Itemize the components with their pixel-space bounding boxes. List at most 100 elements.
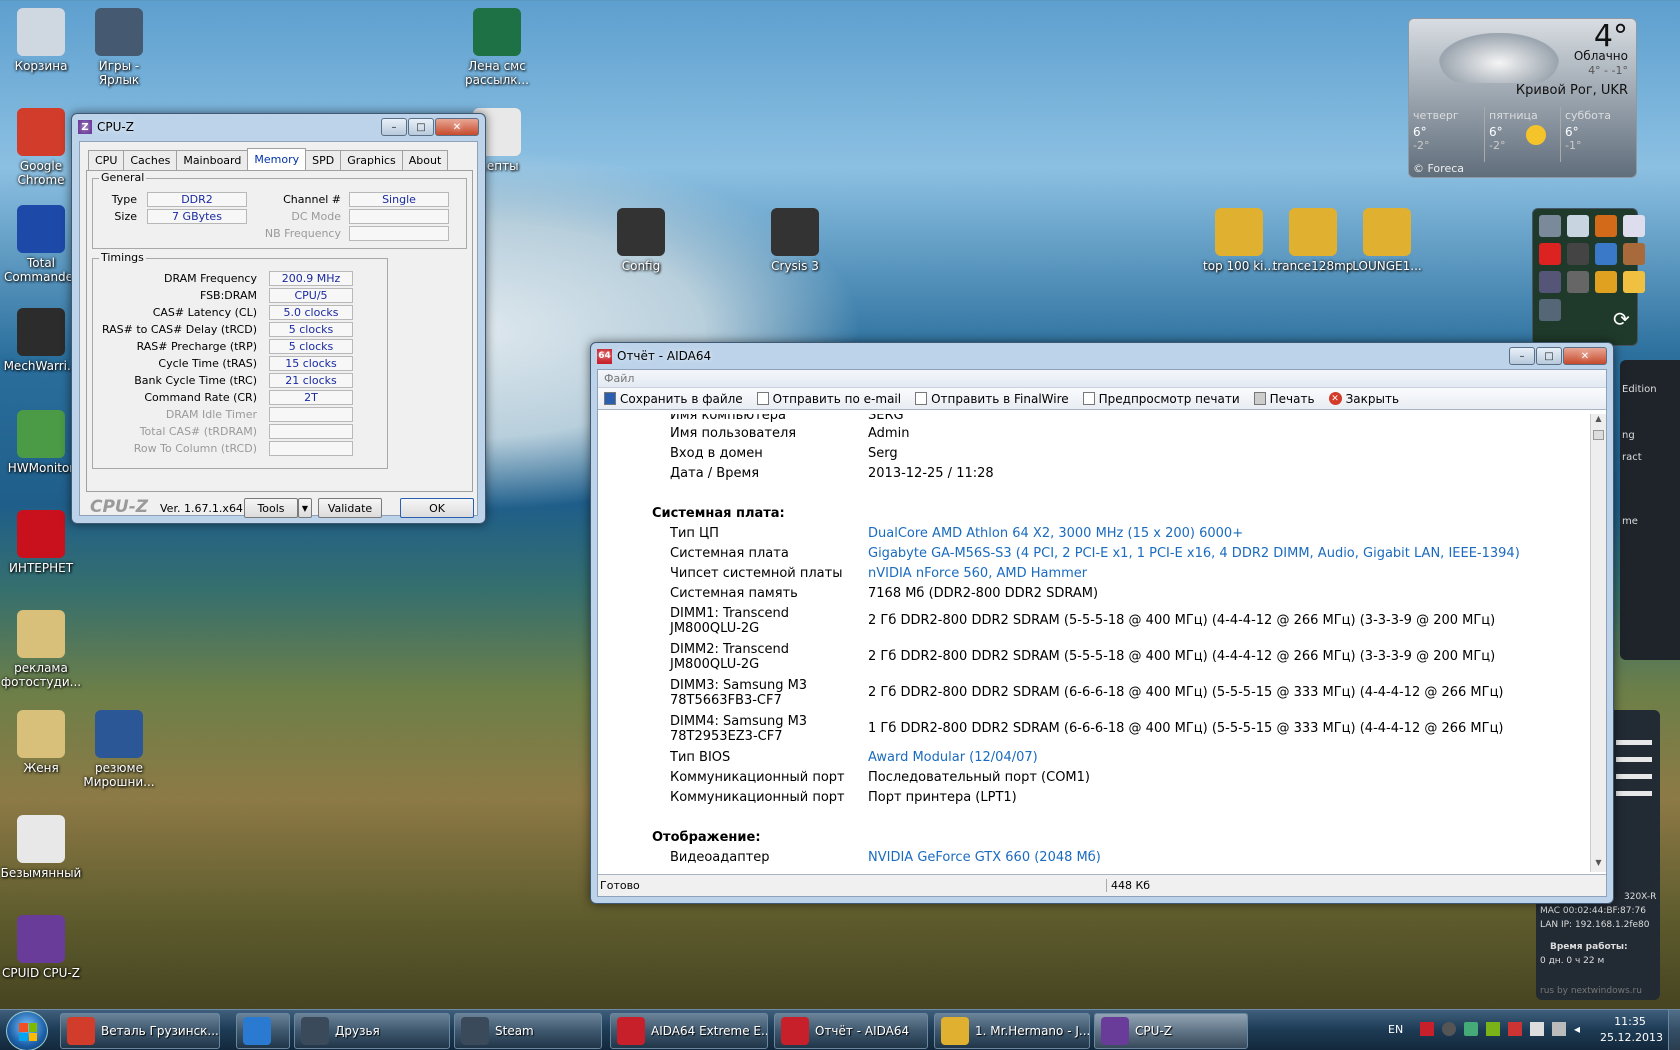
desktop-icon[interactable]: MechWarri... <box>0 308 82 373</box>
tab-graphics[interactable]: Graphics <box>340 150 403 170</box>
launcher-app-icon[interactable] <box>1539 215 1561 237</box>
desktop-icon[interactable]: Корзина <box>0 8 82 73</box>
desktop-icon[interactable]: Лена смс рассылк... <box>456 8 538 87</box>
send-email-button[interactable]: Отправить по e-mail <box>756 392 901 406</box>
launcher-app-icon[interactable] <box>1623 271 1645 293</box>
desktop-icon[interactable]: Total Commander <box>0 205 82 284</box>
close-button[interactable]: ✕ <box>435 118 479 136</box>
tab-cpu[interactable]: CPU <box>88 150 125 170</box>
row-value[interactable]: NVIDIA GeForce GTX 660 (2048 Мб) <box>868 850 1101 865</box>
desktop-icon[interactable]: Игры - Ярлык <box>78 8 160 87</box>
taskbar-button[interactable]: 1. Mr.Hermano - J... <box>934 1013 1090 1049</box>
taskbar-button[interactable]: Отчёт - AIDA64 <box>774 1013 928 1049</box>
desktop-icon[interactable]: реклама фотостуди... <box>0 610 82 689</box>
language-indicator[interactable]: EN <box>1388 1023 1403 1036</box>
desktop-icon[interactable]: top 100 ki... <box>1198 208 1280 273</box>
clock[interactable]: 11:35 25.12.2013 <box>1600 1015 1663 1044</box>
timing-value <box>269 407 353 422</box>
taskbar-button[interactable] <box>236 1013 290 1049</box>
print-preview-button[interactable]: Предпросмотр печати <box>1082 392 1240 406</box>
steam-tray-icon[interactable] <box>1442 1022 1456 1036</box>
launcher-app-icon[interactable] <box>1567 243 1589 265</box>
save-to-file-button[interactable]: Сохранить в файле <box>604 392 743 406</box>
tab-about[interactable]: About <box>401 150 449 170</box>
print-button[interactable]: Печать <box>1253 392 1315 406</box>
scroll-down-arrow[interactable]: ▼ <box>1591 858 1606 872</box>
tab-spd[interactable]: SPD <box>305 150 342 170</box>
row-value[interactable]: Award Modular (12/04/07) <box>868 750 1038 765</box>
desktop-icon[interactable]: Безымянный <box>0 815 82 880</box>
playlist-icon <box>1289 208 1337 256</box>
launcher-app-icon[interactable] <box>1539 271 1561 293</box>
network-tray-icon[interactable] <box>1464 1022 1478 1036</box>
tab-mainboard[interactable]: Mainboard <box>176 150 249 170</box>
aida64-tray-icon[interactable] <box>1420 1022 1434 1036</box>
desktop-icon-label: Total Commander <box>4 256 78 284</box>
scroll-thumb[interactable] <box>1593 430 1604 440</box>
desktop-icon[interactable]: LOUNGE1... <box>1346 208 1428 273</box>
launcher-app-icon[interactable] <box>1539 299 1561 321</box>
desktop-icon[interactable]: Женя <box>0 710 82 775</box>
maximize-button[interactable]: □ <box>408 118 434 136</box>
launcher-app-icon[interactable] <box>1623 243 1645 265</box>
launcher-app-icon[interactable] <box>1595 243 1617 265</box>
launcher-app-icon[interactable] <box>1567 215 1589 237</box>
desktop-icon[interactable]: Google Chrome <box>0 108 82 187</box>
desktop-icon[interactable]: резюме Мирошни... <box>78 710 160 789</box>
taskbar-button[interactable]: AIDA64 Extreme E... <box>610 1013 768 1049</box>
desktop-icon[interactable]: Config <box>600 208 682 273</box>
cpuz-window[interactable]: Z CPU-Z – □ ✕ CPU Caches Mainboard Memory SP… <box>71 113 486 524</box>
vertical-scrollbar[interactable]: ▲ ▼ <box>1590 414 1606 872</box>
maximize-button[interactable]: □ <box>1536 347 1562 365</box>
start-button[interactable] <box>6 1011 48 1050</box>
refresh-icon[interactable]: ⟳ <box>1613 307 1630 331</box>
minimize-button[interactable]: – <box>381 118 407 136</box>
nvidia-tray-icon[interactable] <box>1486 1022 1500 1036</box>
close-report-button[interactable]: ✕ Закрыть <box>1328 392 1399 406</box>
launcher-app-icon[interactable] <box>1567 271 1589 293</box>
aida-report-window[interactable]: 64 Отчёт - AIDA64 – □ ✕ Файл Сохранить в… <box>590 342 1614 904</box>
monitor-tray-icon[interactable] <box>1552 1022 1566 1036</box>
menu-file[interactable]: Файл <box>604 372 634 385</box>
desktop-icon[interactable]: HWMonitor <box>0 410 82 475</box>
desktop-icon[interactable]: Crysis 3 <box>754 208 836 273</box>
report-row: Коммуникационный порт Последовательный по… <box>598 770 1590 790</box>
flag-tray-icon[interactable] <box>1530 1022 1544 1036</box>
launcher-app-icon[interactable] <box>1595 271 1617 293</box>
taskbar-button[interactable]: Друзья <box>294 1013 450 1049</box>
taskbar-button[interactable]: CPU-Z <box>1094 1013 1248 1049</box>
playlist-icon <box>1363 208 1411 256</box>
report-row: DIMM4: Samsung M3 78T2953EZ3-CF7 1 Гб DDR… <box>598 714 1590 744</box>
desktop-icon[interactable]: CPUID CPU-Z <box>0 915 82 980</box>
desktop-icon[interactable]: ИНТЕРНЕТ <box>0 510 82 575</box>
row-value[interactable]: nVIDIA nForce 560, AMD Hammer <box>868 566 1087 581</box>
minimize-button[interactable]: – <box>1509 347 1535 365</box>
security-tray-icon[interactable] <box>1508 1022 1522 1036</box>
show-desktop-button[interactable] <box>1668 1010 1680 1050</box>
steam-icon <box>461 1017 489 1045</box>
launcher-app-icon[interactable] <box>1595 215 1617 237</box>
volume-tray-icon[interactable]: ◂ <box>1574 1022 1588 1036</box>
weather-gadget[interactable]: 4° Облачно 4° - -1° Кривой Рог, UKR четв… <box>1408 18 1637 178</box>
tools-dropdown-button[interactable]: ▼ <box>298 498 312 518</box>
tools-button[interactable]: Tools <box>244 498 298 518</box>
taskbar-button[interactable]: Steam <box>454 1013 602 1049</box>
type-label: Type <box>111 193 137 206</box>
validate-button[interactable]: Validate <box>318 498 382 518</box>
launcher-app-icon[interactable] <box>1539 243 1561 265</box>
ok-button[interactable]: OK <box>400 498 474 518</box>
taskbar-button[interactable]: Веталь Грузинск... <box>60 1013 220 1049</box>
cpuz-brand: CPU-Z <box>90 497 149 517</box>
folder-icon <box>17 610 65 658</box>
desktop-icon[interactable]: trance128mp <box>1272 208 1354 273</box>
tab-memory[interactable]: Memory <box>247 148 307 170</box>
aida-titlebar[interactable]: 64 Отчёт - AIDA64 – □ ✕ <box>591 343 1613 369</box>
close-button[interactable]: ✕ <box>1563 347 1607 365</box>
launcher-app-icon[interactable] <box>1623 215 1645 237</box>
row-value[interactable]: Gigabyte GA-M56S-S3 (4 PCI, 2 PCI-E x1, … <box>868 546 1520 561</box>
row-value[interactable]: DualCore AMD Athlon 64 X2, 3000 MHz (15 … <box>868 526 1243 541</box>
tab-caches[interactable]: Caches <box>123 150 178 170</box>
scroll-up-arrow[interactable]: ▲ <box>1591 414 1606 428</box>
send-finalwire-button[interactable]: Отправить в FinalWire <box>915 392 1069 406</box>
cpuz-titlebar[interactable]: Z CPU-Z – □ ✕ <box>72 114 485 140</box>
